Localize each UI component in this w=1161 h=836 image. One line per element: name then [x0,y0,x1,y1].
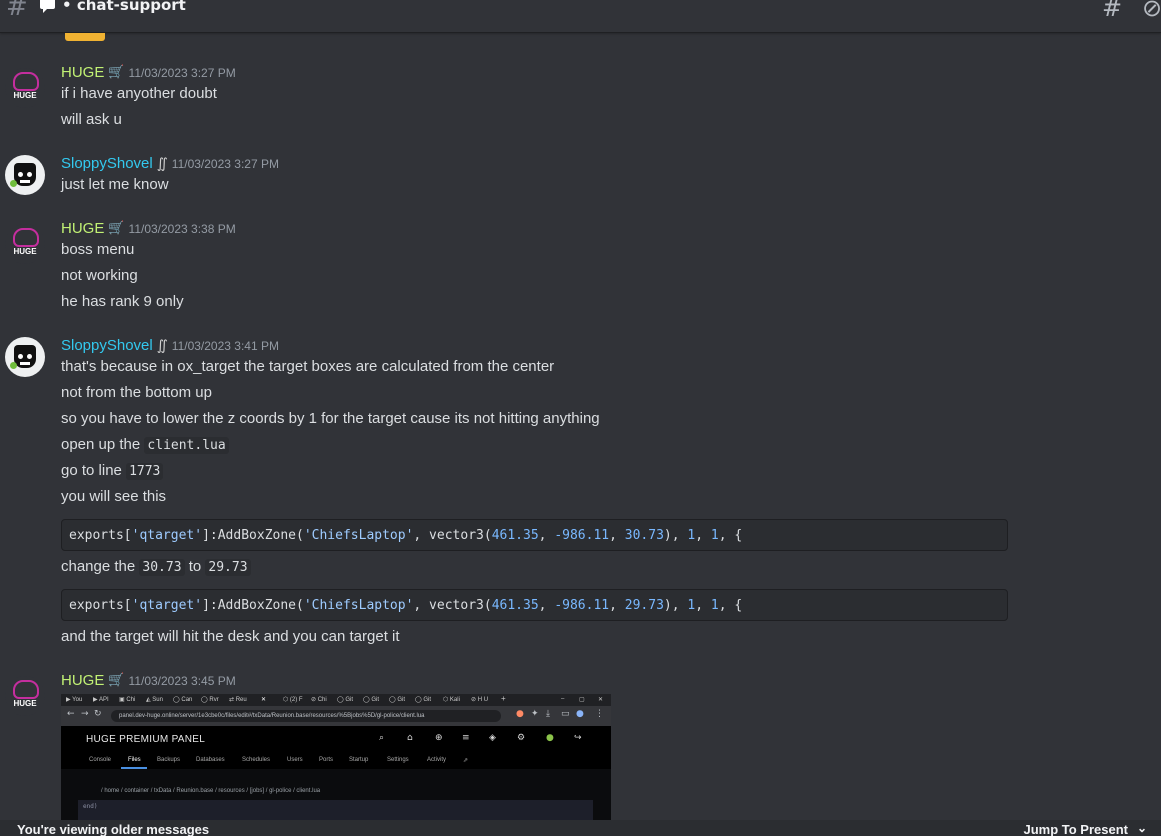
username[interactable]: SloppyShovel [61,337,153,354]
avatar[interactable] [5,337,45,377]
line-text: open up the [61,436,141,453]
message-line: you will see this [61,488,167,505]
timestamp[interactable]: 11/03/2023 3:27 PM [172,157,279,171]
message-line: that's because in ox_target the target b… [61,358,555,375]
message-list[interactable]: HUGE HUGE 🛒 11/03/2023 3:27 PM if i have a… [0,33,1161,820]
code-block[interactable]: exports['qtarget']:AddBoxZone('ChiefsLap… [61,519,1008,551]
message-header: HUGE 🛒 11/03/2023 3:38 PM [61,218,236,240]
username[interactable]: SloppyShovel [61,155,153,172]
inline-code: 1773 [126,463,164,480]
message-line: so you have to lower the z coords by 1 f… [61,410,600,427]
message-line: change the 30.73 to 29.73 [61,558,251,576]
partial-image[interactable] [65,33,105,41]
line-text: to [188,558,202,575]
avatar[interactable] [5,155,45,195]
notifications-off-icon[interactable]: ⊘ [1142,0,1161,22]
message-line: not working [61,267,138,284]
avatar[interactable]: HUGE [5,676,45,716]
code-block[interactable]: exports['qtarget']:AddBoxZone('ChiefsLap… [61,589,1008,621]
hash-icon: # [6,0,28,22]
message-header: HUGE 🛒 11/03/2023 3:45 PM [61,670,236,692]
avatar-text: HUGE [13,699,37,708]
channel-name: • chat-support [62,0,186,14]
message-header: HUGE 🛒 11/03/2023 3:27 PM [61,62,236,84]
shopping-cart-icon: 🛒 [108,673,125,688]
code-editor: end) [78,800,593,820]
message-line: he has rank 9 only [61,293,184,310]
wave-icon: ∬ [156,337,168,354]
message-line: will ask u [61,111,122,128]
jump-to-present-button[interactable]: Jump To Present [1023,822,1128,836]
message-line: just let me know [61,176,169,193]
inline-code: client.lua [144,437,229,454]
shopping-cart-icon: 🛒 [108,221,125,236]
chat-bubble-icon [40,0,55,13]
threads-icon[interactable]: # [1102,0,1122,22]
panel-title: HUGE PREMIUM PANEL [86,734,206,745]
timestamp[interactable]: 11/03/2023 3:41 PM [172,339,279,353]
older-messages-bar[interactable]: You're viewing older messages Jump To Pr… [0,820,1161,836]
avatar-text: HUGE [13,91,37,100]
inline-code: 30.73 [139,559,185,576]
file-breadcrumb: / home / container / txData / Reunion.ba… [101,788,321,794]
avatar[interactable]: HUGE [5,224,45,264]
avatar-text: HUGE [13,247,37,256]
timestamp[interactable]: 11/03/2023 3:27 PM [129,66,236,80]
older-messages-label: You're viewing older messages [17,822,210,836]
message-line: and the target will hit the desk and you… [61,628,400,645]
message-header: SloppyShovel ∬ 11/03/2023 3:27 PM [61,153,279,175]
message-line: open up the client.lua [61,436,229,454]
message-line: boss menu [61,241,135,258]
chevron-down-icon[interactable]: ⌄ [1137,820,1147,836]
avatar[interactable]: HUGE [5,68,45,108]
wave-icon: ∬ [156,155,168,172]
browser-address-bar: ← → ↻ panel.dev-huge.online/server/1e3cb… [61,706,611,726]
line-text: change the [61,558,136,575]
message-line: go to line 1773 [61,462,164,480]
screenshot-attachment[interactable]: ▶ You ▶ API ▣ Chi ◭ Sun ◯ Can ◯ Rvr ⇄ Re… [61,694,611,820]
browser-tab-strip: ▶ You ▶ API ▣ Chi ◭ Sun ◯ Can ◯ Rvr ⇄ Re… [61,694,611,706]
message-header: SloppyShovel ∬ 11/03/2023 3:41 PM [61,335,279,357]
panel-header: HUGE PREMIUM PANEL ⌕ ⌂ ⊕ ≡ ◈ ⚙ ● ↪ Conso… [61,726,611,769]
inline-code: 29.73 [205,559,251,576]
message-line: if i have anyother doubt [61,85,217,102]
message-line: not from the bottom up [61,384,212,401]
timestamp[interactable]: 11/03/2023 3:45 PM [129,674,236,688]
username[interactable]: HUGE [61,220,104,237]
url-field: panel.dev-huge.online/server/1e3cbe0c/fi… [111,710,501,722]
shopping-cart-icon: 🛒 [108,65,125,80]
username[interactable]: HUGE [61,64,104,81]
line-text: go to line [61,462,122,479]
channel-header: # • chat-support # ⊘ [0,0,1161,33]
timestamp[interactable]: 11/03/2023 3:38 PM [129,222,236,236]
username[interactable]: HUGE [61,672,104,689]
